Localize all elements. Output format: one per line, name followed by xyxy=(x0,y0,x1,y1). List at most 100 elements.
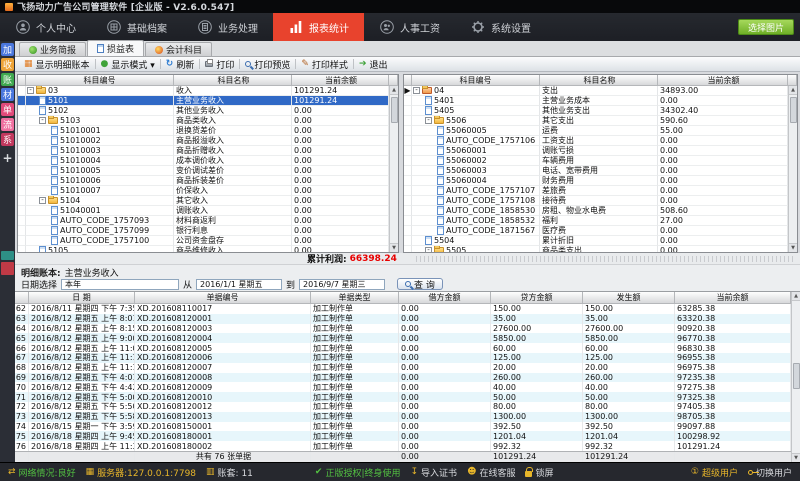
column-header-date[interactable]: 日 期 xyxy=(29,292,135,304)
tree-row[interactable]: AUTO_CODE_1757093材料商返利0.00 xyxy=(18,216,389,226)
scroll-thumb[interactable] xyxy=(790,97,797,123)
table-row[interactable]: 732016/8/12 星期五 下午 5:58:56XD.20160812001… xyxy=(15,412,800,422)
toolbar-show-detail-ledger-button[interactable]: ▦显示明细账本 xyxy=(19,57,95,71)
scroll-up-icon[interactable]: ▲ xyxy=(789,86,797,95)
strip-button-3[interactable]: 账 xyxy=(1,73,14,86)
tree-scrollbar[interactable]: ▲▼ xyxy=(389,86,398,252)
tree-row[interactable]: 55060001调账亏损0.00 xyxy=(404,146,788,156)
status-switch-user[interactable]: 切换用户 xyxy=(748,466,792,479)
status-license-status[interactable]: ✔正版授权|终身使用 xyxy=(315,466,401,479)
table-row[interactable]: 622016/8/11 星期四 下午 7:35:27XD.20160811001… xyxy=(15,304,800,314)
status-server-address[interactable]: ▦服务器:127.0.0.1:7798 xyxy=(86,466,196,479)
column-header-doc-number[interactable]: 单据编号 xyxy=(135,292,311,304)
column-header[interactable]: 当前余额 xyxy=(292,75,389,86)
tree-row[interactable]: 51010004成本调价收入0.00 xyxy=(18,156,389,166)
tree-row[interactable]: 5101主营业务收入101291.24 xyxy=(18,96,389,106)
tree-row[interactable]: 51010007价保收入0.00 xyxy=(18,186,389,196)
toolbar-exit-button[interactable]: ➔退出 xyxy=(354,57,393,71)
tree-row[interactable]: 55060004财务费用0.00 xyxy=(404,176,788,186)
tree-row[interactable]: 55060002车辆费用0.00 xyxy=(404,156,788,166)
table-row[interactable]: 762016/8/18 星期四 上午 11:32:40XD.2016081800… xyxy=(15,441,800,451)
strip-button-5[interactable]: 单 xyxy=(1,103,14,116)
table-row[interactable]: 742016/8/15 星期一 下午 3:59:06XD.20160815000… xyxy=(15,422,800,432)
tab-profit-loss[interactable]: 损益表 xyxy=(87,40,144,56)
collapse-icon[interactable]: - xyxy=(27,87,34,94)
nav-item-hr-payroll[interactable]: 人事工资 xyxy=(364,13,455,41)
from-date-input[interactable]: 2016/1/1 星期五 xyxy=(196,279,282,290)
column-header-amount[interactable]: 发生额 xyxy=(583,292,675,304)
tree-row[interactable]: ▶-04支出34893.00 xyxy=(404,86,788,96)
collapse-icon[interactable]: - xyxy=(39,117,46,124)
table-row[interactable]: 752016/8/18 星期四 上午 9:45:26XD.20160818000… xyxy=(15,431,800,441)
tree-row[interactable]: 51010006商品拆装差价0.00 xyxy=(18,176,389,186)
strip-extra-button-2[interactable] xyxy=(1,262,14,275)
splitter-hatch[interactable] xyxy=(416,256,796,262)
status-lock-screen[interactable]: 锁屏 xyxy=(525,466,553,479)
tree-row[interactable]: 5504累计折旧0.00 xyxy=(404,236,788,246)
toolbar-print-preview-button[interactable]: 打印预览 xyxy=(240,57,295,71)
nav-item-report-stats[interactable]: 报表统计 xyxy=(273,13,364,41)
toolbar-refresh-button[interactable]: ↻刷新 xyxy=(161,57,200,71)
tree-row[interactable]: 5405其他业务支出34302.40 xyxy=(404,106,788,116)
tree-row[interactable]: AUTO_CODE_1757107差旅费0.00 xyxy=(404,186,788,196)
strip-button-4[interactable]: 材 xyxy=(1,88,14,101)
status-import-certificate[interactable]: ↧导入证书 xyxy=(411,466,458,479)
tree-row[interactable]: AUTO_CODE_1871567医疗费0.00 xyxy=(404,226,788,236)
column-header[interactable]: 科目名称 xyxy=(174,75,292,86)
tab-accounting-subjects[interactable]: 会计科目 xyxy=(145,42,212,56)
collapse-icon[interactable]: - xyxy=(425,247,432,252)
scroll-up-icon[interactable]: ▲ xyxy=(390,86,398,95)
table-row[interactable]: 632016/8/12 星期五 上午 8:01:38XD.20160812000… xyxy=(15,314,800,324)
column-header-debit[interactable]: 借方金额 xyxy=(399,292,491,304)
toolbar-print-button[interactable]: 打印 xyxy=(200,57,239,71)
collapse-icon[interactable]: - xyxy=(413,87,420,94)
column-header[interactable]: 科目名称 xyxy=(540,75,658,86)
status-network-status[interactable]: ⇄网络情况:良好 xyxy=(8,466,76,479)
tree-row[interactable]: -03收入101291.24 xyxy=(18,86,389,96)
table-row[interactable]: 702016/8/12 星期五 下午 4:42:28XD.20160812000… xyxy=(15,382,800,392)
column-header-balance[interactable]: 当前余额 xyxy=(675,292,791,304)
date-preset-select[interactable]: 本年 xyxy=(61,279,179,290)
tree-row[interactable]: AUTO_CODE_1757099银行利息0.00 xyxy=(18,226,389,236)
tab-business-brief[interactable]: 业务简报 xyxy=(19,42,86,56)
tree-row[interactable]: -5505商品类支出0.00 xyxy=(404,246,788,252)
table-row[interactable]: 712016/8/12 星期五 下午 5:00:21XD.20160812001… xyxy=(15,392,800,402)
scroll-up-icon[interactable]: ▲ xyxy=(792,292,800,301)
column-header[interactable]: 科目编号 xyxy=(412,75,540,86)
strip-button-6[interactable]: 流 xyxy=(1,118,14,131)
column-header[interactable]: 当前余额 xyxy=(658,75,788,86)
collapse-icon[interactable]: - xyxy=(425,117,432,124)
to-date-input[interactable]: 2016/9/7 星期三 xyxy=(299,279,385,290)
strip-button-7[interactable]: 系 xyxy=(1,133,14,146)
table-row[interactable]: 672016/8/12 星期五 上午 11:13:39XD.2016081200… xyxy=(15,353,800,363)
scroll-down-icon[interactable]: ▼ xyxy=(390,243,398,252)
nav-item-personal-center[interactable]: 个人中心 xyxy=(0,13,91,41)
scroll-down-icon[interactable]: ▼ xyxy=(789,243,797,252)
column-header-credit[interactable]: 贷方金额 xyxy=(491,292,583,304)
strip-add-button[interactable]: + xyxy=(2,151,12,165)
tree-row[interactable]: 55060003电话、宽带费用0.00 xyxy=(404,166,788,176)
tree-row[interactable]: AUTO_CODE_1858530房租、物业水电费508.60 xyxy=(404,206,788,216)
nav-item-system-settings[interactable]: 系统设置 xyxy=(455,13,546,41)
tree-row[interactable]: 51010003商品折赠收入0.00 xyxy=(18,146,389,156)
scroll-down-icon[interactable]: ▼ xyxy=(792,453,800,462)
tree-row[interactable]: -5104其它收入0.00 xyxy=(18,196,389,206)
status-online-support[interactable]: ☻在线客服 xyxy=(467,466,515,479)
table-row[interactable]: 682016/8/12 星期五 上午 11:16:32XD.2016081200… xyxy=(15,363,800,373)
tree-row[interactable]: 5102其他业务收入0.00 xyxy=(18,106,389,116)
table-row[interactable]: 652016/8/12 星期五 上午 9:00:57XD.20160812000… xyxy=(15,333,800,343)
toolbar-display-mode-button[interactable]: ●显示模式 ▾ xyxy=(96,57,160,71)
tree-row[interactable]: -5103商品类收入0.00 xyxy=(18,116,389,126)
tree-row[interactable]: AUTO_CODE_1757108接待费0.00 xyxy=(404,196,788,206)
tree-row[interactable]: AUTO_CODE_1757100公司资金盘存0.00 xyxy=(18,236,389,246)
scroll-thumb[interactable] xyxy=(793,363,800,389)
table-row[interactable]: 662016/8/12 星期五 上午 11:04:54XD.2016081200… xyxy=(15,343,800,353)
strip-button-1[interactable]: 加 xyxy=(1,43,14,56)
collapse-icon[interactable]: - xyxy=(39,197,46,204)
tree-row[interactable]: 51040001调账收入0.00 xyxy=(18,206,389,216)
column-header[interactable]: 科目编号 xyxy=(26,75,174,86)
tree-row[interactable]: 55060005运费55.00 xyxy=(404,126,788,136)
status-super-user[interactable]: ①超级用户 xyxy=(691,466,738,479)
status-account-set[interactable]: ▥账套: 11 xyxy=(206,466,253,479)
tree-row[interactable]: 5401主营业务成本0.00 xyxy=(404,96,788,106)
